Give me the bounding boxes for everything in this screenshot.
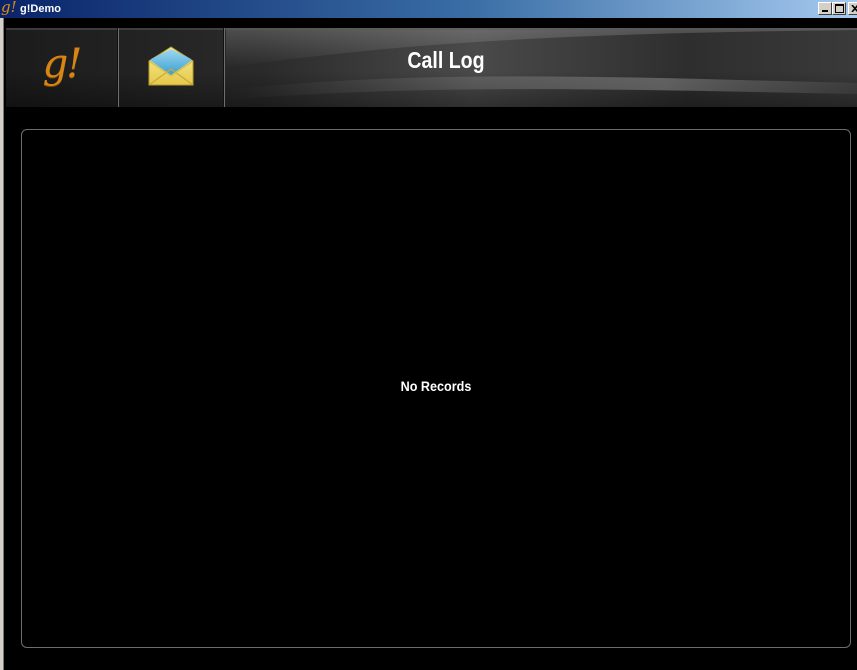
brand-logo: g!: [42, 40, 83, 87]
call-log-list[interactable]: No Records: [21, 129, 851, 648]
minimize-icon: [822, 10, 828, 12]
empty-state-message: No Records: [400, 378, 472, 394]
envelope-icon: [148, 45, 194, 85]
maximize-icon: [834, 4, 844, 13]
header-divider: [223, 28, 225, 107]
close-button[interactable]: [848, 2, 857, 15]
page-title: Call Log: [407, 47, 485, 73]
mail-button[interactable]: [119, 28, 223, 107]
app-icon: g!: [1, 0, 17, 16]
close-icon: [851, 5, 857, 12]
home-logo-button[interactable]: g!: [6, 28, 117, 107]
app-header: g! Call Log: [6, 28, 857, 107]
maximize-button[interactable]: [832, 2, 846, 15]
window-left-border: [0, 18, 6, 670]
minimize-button[interactable]: [818, 2, 832, 15]
app-window: g! Call Log No Records: [0, 18, 857, 670]
window-title: g!Demo: [20, 3, 61, 15]
window-titlebar[interactable]: g! g!Demo: [0, 0, 857, 18]
